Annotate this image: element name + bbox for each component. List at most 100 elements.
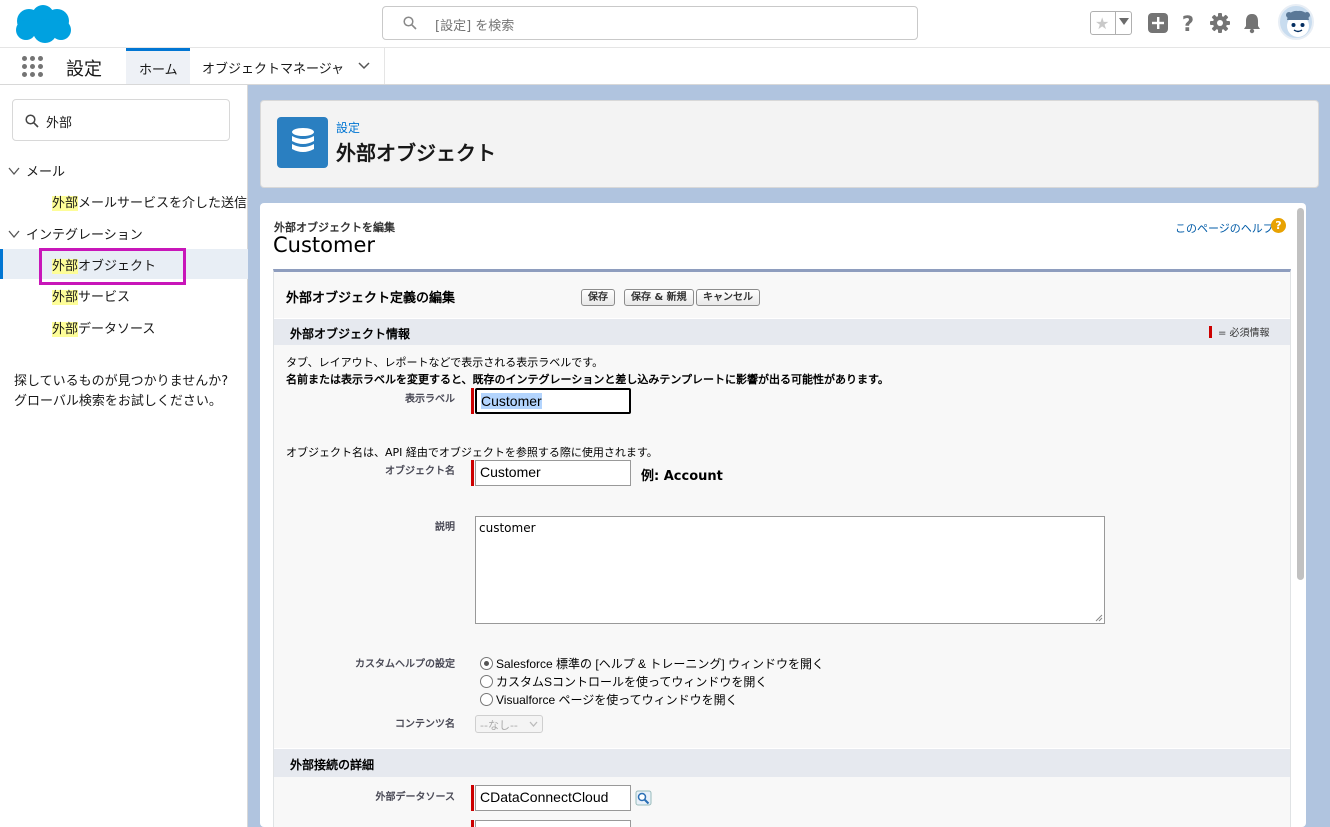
radio-label: Visualforce ページを使ってウィンドウを開く: [496, 693, 738, 707]
salesforce-logo[interactable]: [12, 4, 74, 44]
user-avatar[interactable]: [1278, 4, 1314, 40]
chevron-down-icon: [8, 167, 20, 176]
setup-gear-icon[interactable]: [1209, 12, 1231, 34]
svg-text:?: ?: [1182, 12, 1194, 34]
table-name-input[interactable]: [475, 820, 631, 827]
annotation-highlight-box: [39, 248, 186, 285]
radio-label: カスタムSコントロールを使ってウィンドウを開く: [496, 675, 768, 689]
scrollbar[interactable]: [1295, 206, 1305, 827]
description-textarea[interactable]: customer: [475, 516, 1105, 624]
external-data-source-value: CDataConnectCloud: [480, 789, 609, 805]
tab-home-label: ホーム: [139, 63, 178, 78]
external-data-source-field-label: 外部データソース: [375, 792, 456, 803]
required-indicator: [471, 460, 474, 486]
quick-find-value: 外部: [46, 116, 73, 131]
favorites-button[interactable]: ★: [1090, 11, 1132, 35]
global-header: [設定] を検索 ★ ?: [0, 0, 1330, 48]
setup-tree-panel: 外部 メール 外部メールサービスを介した送信 インテグレーション 外部オブジェク…: [0, 85, 248, 827]
info-text: タブ、レイアウト、レポートなどで表示される表示ラベルです。: [286, 356, 604, 369]
database-icon: [277, 117, 328, 168]
radio-label: Salesforce 標準の [ヘルプ & トレーニング] ウィンドウを開く: [496, 657, 825, 671]
tab-object-manager-label: オブジェクトマネージャ: [202, 62, 345, 77]
tree-group-integration[interactable]: インテグレーション: [8, 224, 143, 243]
tree-group-label: メール: [26, 165, 66, 180]
section-header-connection: 外部接続の詳細: [274, 748, 1290, 777]
chevron-down-icon: [8, 230, 20, 239]
tab-home[interactable]: ホーム: [126, 48, 190, 84]
section-header-object-info: 外部オブジェクト情報 = 必須情報: [274, 318, 1290, 345]
favorites-dropdown-icon[interactable]: [1119, 18, 1129, 25]
label-input[interactable]: Customer: [475, 388, 631, 414]
radio-selected[interactable]: [480, 657, 493, 670]
resize-handle-icon[interactable]: [1095, 614, 1103, 622]
object-name-input[interactable]: Customer: [475, 460, 631, 486]
tree-item-label: メールサービスを介した送信: [78, 196, 248, 211]
global-actions-icon[interactable]: [1147, 12, 1169, 34]
required-marker: [1209, 326, 1212, 338]
chevron-down-icon: [529, 721, 538, 727]
content-name-value: --なし--: [480, 719, 518, 732]
object-name-field-label: オブジェクト名: [385, 466, 455, 477]
custom-help-option-visualforce[interactable]: Visualforce ページを使ってウィンドウを開く: [480, 691, 738, 708]
app-navigation-bar: 設定 ホーム オブジェクトマネージャ: [0, 48, 1330, 85]
not-found-line: グローバル検索をお試しください。: [14, 394, 222, 409]
search-highlight: 外部: [52, 290, 79, 305]
record-title: Customer: [273, 233, 376, 257]
search-highlight: 外部: [52, 196, 79, 211]
tree-group-label: インテグレーション: [26, 228, 143, 243]
astro-avatar-icon: [1286, 10, 1310, 37]
edit-external-object-page: 外部オブジェクトを編集 Customer このページのヘルプ ? 外部オブジェク…: [260, 203, 1306, 827]
tab-object-manager[interactable]: オブジェクトマネージャ: [190, 48, 385, 84]
save-new-button[interactable]: 保存 & 新規: [624, 289, 694, 306]
content-name-field-label: コンテンツ名: [395, 719, 455, 730]
page-header: 設定 外部オブジェクト: [260, 100, 1319, 188]
search-highlight: 外部: [52, 322, 79, 337]
chevron-down-icon[interactable]: [356, 58, 372, 74]
not-found-hint: 探しているものが見つかりませんか? グローバル検索をお試しください。: [14, 372, 228, 412]
favorites-divider: [1115, 12, 1116, 34]
section-title: 外部接続の詳細: [290, 758, 375, 772]
label-field-label: 表示ラベル: [405, 394, 455, 405]
app-launcher-icon[interactable]: [22, 56, 44, 78]
search-icon: [403, 16, 417, 30]
help-for-this-page-link[interactable]: このページのヘルプ: [1175, 220, 1274, 236]
scrollbar-thumb[interactable]: [1297, 208, 1304, 580]
tree-group-mail[interactable]: メール: [8, 161, 65, 180]
label-input-value: Customer: [481, 393, 542, 409]
custom-help-option-scontrol[interactable]: カスタムSコントロールを使ってウィンドウを開く: [480, 673, 767, 690]
custom-help-option-standard[interactable]: Salesforce 標準の [ヘルプ & トレーニング] ウィンドウを開く: [480, 655, 824, 672]
tree-item-label: サービス: [78, 290, 131, 305]
notifications-bell-icon[interactable]: [1241, 12, 1263, 34]
tree-item-email-services[interactable]: 外部メールサービスを介した送信: [0, 186, 248, 216]
page-title: 外部オブジェクト: [336, 141, 496, 165]
required-legend-text: = 必須情報: [1218, 328, 1270, 339]
description-field-label: 説明: [435, 522, 455, 533]
star-icon: ★: [1095, 14, 1110, 33]
not-found-line: 探しているものが見つかりませんか?: [14, 374, 229, 389]
help-question-icon[interactable]: ?: [1271, 218, 1286, 233]
breadcrumb[interactable]: 設定: [336, 119, 360, 136]
quick-find-input[interactable]: 外部: [12, 99, 230, 141]
radio-unselected[interactable]: [480, 675, 493, 688]
radio-unselected[interactable]: [480, 693, 493, 706]
required-indicator: [471, 820, 474, 827]
cancel-button[interactable]: キャンセル: [696, 289, 760, 306]
section-title: 外部オブジェクト情報: [290, 327, 411, 341]
save-button[interactable]: 保存: [581, 289, 615, 306]
global-search[interactable]: [設定] を検索: [382, 6, 918, 40]
description-value: customer: [479, 521, 536, 535]
lookup-magnifier-icon[interactable]: [635, 790, 652, 806]
object-name-example: 例: Account: [641, 469, 723, 484]
app-name: 設定: [66, 59, 102, 80]
required-indicator: [471, 785, 474, 811]
help-icon[interactable]: ?: [1177, 12, 1199, 34]
page-block: 外部オブジェクト定義の編集 保存 保存 & 新規 キャンセル 外部オブジェクト情…: [273, 269, 1291, 827]
custom-help-field-label: カスタムヘルプの設定: [355, 659, 455, 670]
external-data-source-input[interactable]: CDataConnectCloud: [475, 785, 631, 811]
content-name-select: --なし--: [475, 715, 543, 733]
warning-text: 名前または表示ラベルを変更すると、既存のインテグレーションと差し込みテンプレート…: [286, 373, 889, 386]
tree-item-external-data-sources[interactable]: 外部データソース: [0, 312, 248, 342]
search-placeholder: [設定] を検索: [435, 19, 515, 34]
info-text: オブジェクト名は、API 経由でオブジェクトを参照する際に使用されます。: [286, 446, 658, 459]
tree-item-label: データソース: [78, 322, 156, 337]
